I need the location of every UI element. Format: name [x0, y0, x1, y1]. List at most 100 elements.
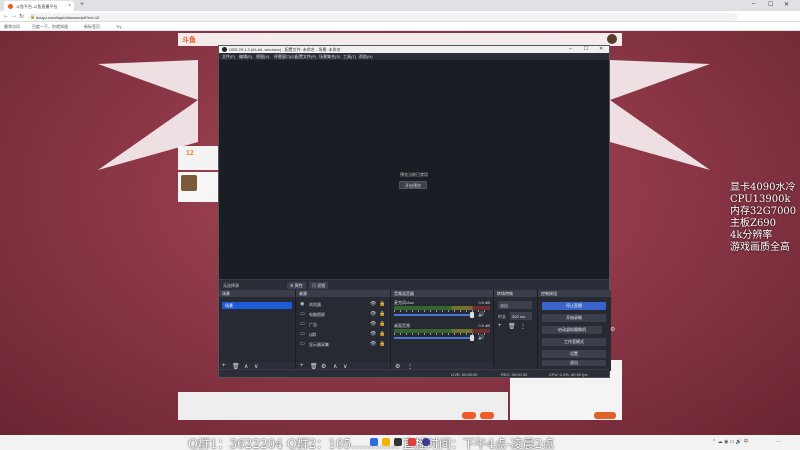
system-tray[interactable]: ⌃ ☁ ◉ ▭ 🔊 中 [712, 438, 748, 445]
send-button[interactable] [594, 412, 616, 419]
obs-minimize-icon[interactable]: ‒ [569, 46, 572, 52]
transition-select[interactable]: 淡出 [498, 301, 532, 309]
visibility-icon[interactable]: 👁 [370, 301, 376, 307]
minimize-icon[interactable]: ‒ [752, 1, 755, 7]
reload-icon[interactable]: ↻ [19, 13, 24, 20]
enable-preview-button[interactable]: 开启预览 [399, 181, 427, 189]
source-item[interactable]: ▭ 电脑图屏 👁 🔒 [298, 310, 386, 318]
gift-button[interactable] [480, 412, 494, 419]
lock-icon: 🔒 [30, 14, 35, 19]
source-item[interactable]: ▭ 广告 👁 🔒 [298, 320, 386, 328]
anchor-card[interactable] [178, 172, 220, 202]
lock-icon[interactable]: 🔒 [379, 311, 385, 317]
tray-clock: … [776, 438, 781, 444]
obs-titlebar: OBS 29.1.3 (64-bit, windows) - 配置文件: 未命名… [219, 46, 609, 53]
exit-button[interactable]: 退出 [542, 360, 606, 366]
source-label: 显示器采集 [309, 342, 329, 347]
close-tab-icon[interactable]: × [68, 3, 71, 9]
properties-button[interactable]: ⚙ 属性 [287, 282, 306, 289]
start-recording-button[interactable]: 开始录制 [542, 314, 606, 322]
transitions-toolbar: + 🗑 ⋮ [494, 322, 537, 331]
browser-tabbar: 斗鱼平台-斗鱼直播平台 × + ‒ ☐ ✕ [0, 0, 800, 11]
taskbar-app-icon[interactable] [394, 438, 402, 446]
duration-input[interactable]: 300 ms [510, 312, 532, 320]
bookmark-item[interactable]: 最常访问 [4, 24, 20, 30]
virtual-camera-settings-icon[interactable]: ⚙ [610, 326, 615, 333]
remove-transition-icon[interactable]: 🗑 [508, 323, 516, 330]
spec-line: 主板Z690 [730, 218, 777, 229]
url-field[interactable]: 🔒 douyu.com/topic/diamondpfl?rid=12 [28, 13, 738, 21]
lock-icon[interactable]: 🔒 [379, 331, 385, 337]
mixer-channel: 桌面音频 0.0 dB 🔊 [394, 323, 490, 345]
source-item[interactable]: ▭ 显示器采集 👁 🔒 [298, 340, 386, 348]
fans-count: 12 [186, 150, 194, 157]
live-timer: LIVE: 00:00:00 [451, 372, 478, 377]
maximize-icon[interactable]: ☐ [768, 1, 773, 8]
preview-disabled-message: 预览当前已禁用 [400, 172, 428, 177]
gift-bar [178, 392, 508, 420]
obs-statusbar: LIVE: 00:00:00 REC: 00:00:00 CPU: 0.3%, … [219, 369, 609, 377]
volume-slider[interactable] [394, 314, 474, 316]
obs-preview[interactable]: 预览当前已禁用 开启预览 [219, 60, 609, 279]
new-tab-button[interactable]: + [80, 1, 84, 8]
volume-slider-handle[interactable] [470, 312, 474, 318]
taskbar-app-icon[interactable] [382, 438, 390, 446]
obs-menubar: 文件(F) 编辑(E) 视图(V) 停靠窗口(D) 配置文件(P) 场景集合(S… [219, 53, 609, 60]
no-source-selected-label: 无选择源 [223, 283, 239, 288]
forward-icon[interactable]: → [11, 13, 17, 19]
browser-source-icon: ◉ [300, 301, 305, 307]
obs-maximize-icon[interactable]: ☐ [584, 46, 588, 52]
meter-scale [394, 310, 490, 312]
channel-db: 0.0 dB [478, 300, 490, 305]
add-transition-icon[interactable]: + [498, 323, 502, 329]
image-source-icon: ▭ [300, 311, 305, 317]
taskbar-app-icon[interactable] [370, 438, 378, 446]
source-item[interactable]: ◉ 浏览器 👁 🔒 [298, 300, 386, 308]
image-source-icon: ▭ [300, 331, 305, 337]
transitions-dock: 转场特效 淡出 时长 300 ms + 🗑 ⋮ [494, 290, 538, 371]
stop-streaming-button[interactable]: 停止直播 [542, 302, 606, 310]
source-label: Q群 [309, 332, 317, 337]
filters-button[interactable]: ▤ 滤镜 [309, 282, 329, 289]
source-item[interactable]: ▭ Q群 👁 🔒 [298, 330, 386, 338]
visibility-icon[interactable]: 👁 [370, 311, 376, 317]
close-window-icon[interactable]: ✕ [784, 1, 789, 8]
lock-icon[interactable]: 🔒 [379, 321, 385, 327]
tab-title: 斗鱼平台-斗鱼直播平台 [16, 4, 58, 9]
site-logo[interactable]: 斗鱼 [182, 35, 196, 45]
duration-label: 时长 [498, 314, 506, 319]
address-bar-row: ← → ↻ 🔒 douyu.com/topic/diamondpfl?rid=1… [0, 11, 800, 22]
browser-tab[interactable]: 斗鱼平台-斗鱼直播平台 × [4, 1, 74, 11]
anchor-avatar[interactable] [181, 175, 197, 191]
speaker-icon[interactable]: 🔊 [478, 335, 484, 341]
user-avatar[interactable] [607, 34, 617, 44]
gift-button[interactable] [462, 412, 476, 419]
visibility-icon[interactable]: 👁 [370, 341, 376, 347]
source-label: 电脑图屏 [309, 312, 325, 317]
lock-icon[interactable]: 🔒 [379, 341, 385, 347]
bookmark-item[interactable]: 百度一下，你就知道 [32, 24, 68, 30]
obs-title-text: OBS 29.1.3 (64-bit, windows) - 配置文件: 未命名… [229, 47, 341, 52]
cpu-fps: CPU: 0.3%, 60.00 fps [549, 372, 588, 377]
lock-icon[interactable]: 🔒 [379, 301, 385, 307]
obs-close-icon[interactable]: ✕ [599, 46, 603, 52]
volume-slider-handle[interactable] [470, 335, 474, 341]
speaker-icon[interactable]: 🔊 [478, 312, 484, 318]
transition-menu-icon[interactable]: ⋮ [520, 323, 526, 330]
obs-taskbar-icon[interactable] [422, 438, 430, 446]
sources-dock: 来源 ◉ 浏览器 👁 🔒 ▭ 电脑图屏 👁 🔒 ▭ 广告 👁 🔒 ▭ Q群 👁 … [296, 290, 391, 371]
spec-line: 显卡4090水冷 [730, 182, 796, 193]
start-virtual-camera-button[interactable]: 启动虚拟摄像机 [542, 326, 602, 334]
scene-list-item[interactable]: 场景 [222, 302, 292, 309]
volume-slider[interactable] [394, 337, 474, 339]
visibility-icon[interactable]: 👁 [370, 331, 376, 337]
back-icon[interactable]: ← [3, 13, 9, 19]
taskbar-app-icon[interactable] [408, 438, 416, 446]
bookmark-item[interactable]: 新标签页 [84, 24, 100, 30]
visibility-icon[interactable]: 👁 [370, 321, 376, 327]
source-label: 浏览器 [309, 302, 321, 307]
studio-mode-button[interactable]: 工作室模式 [542, 338, 606, 346]
douyu-favicon-icon [8, 4, 13, 9]
settings-button[interactable]: 设置 [542, 350, 606, 358]
bookmark-item[interactable]: Try [116, 24, 122, 29]
